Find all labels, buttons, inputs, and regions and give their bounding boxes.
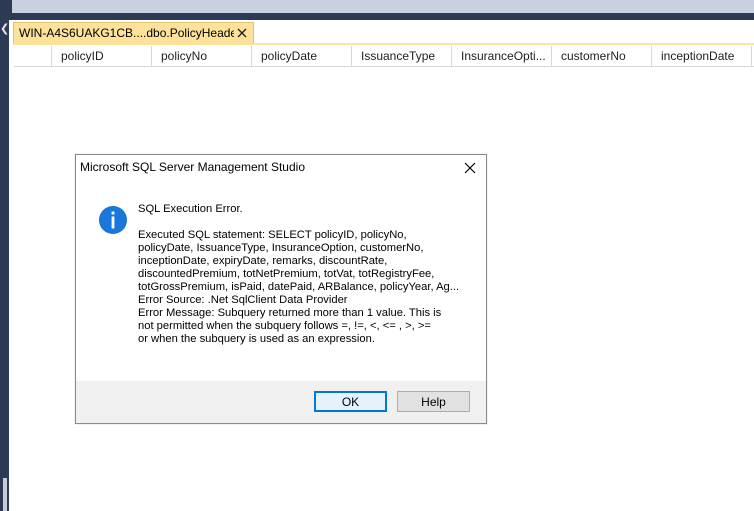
column-header[interactable]: InsuranceOpti... [452, 46, 552, 66]
dialog-close-icon[interactable] [460, 158, 480, 178]
ok-button[interactable]: OK [314, 391, 387, 412]
column-header[interactable]: policyNo [152, 46, 252, 66]
dialog-title: Microsoft SQL Server Management Studio [80, 160, 305, 174]
error-message: SQL Execution Error. Executed SQL statem… [138, 203, 478, 346]
title-bar [0, 0, 754, 20]
row-selector-header[interactable] [14, 46, 52, 66]
document-tab[interactable]: WIN-A4S6UAKG1CB....dbo.PolicyHeader [13, 22, 254, 43]
close-icon[interactable] [234, 25, 250, 41]
collapse-chevron-icon[interactable]: ❮ [0, 20, 9, 38]
column-header[interactable]: policyID [52, 46, 152, 66]
error-line: totGrossPremium, isPaid, datePaid, ARBal… [138, 281, 460, 293]
dialog-button-bar: OK Help [76, 381, 486, 423]
error-line: discountedPremium, totNetPremium, totVat… [138, 268, 435, 280]
error-line: or when the subquery is used as an expre… [138, 333, 375, 345]
error-dialog: Microsoft SQL Server Management Studio S… [75, 154, 487, 424]
error-heading: SQL Execution Error. [138, 203, 243, 215]
left-scrollbar[interactable] [3, 478, 7, 511]
column-header[interactable]: customerNo [552, 46, 652, 66]
tab-underline [13, 43, 754, 45]
tab-title: WIN-A4S6UAKG1CB....dbo.PolicyHeader [19, 26, 234, 40]
error-line: not permitted when the subquery follows … [138, 320, 431, 332]
left-panel-strip: ❮ [0, 0, 9, 511]
error-line: Error Message: Subquery returned more th… [138, 307, 442, 319]
title-bar-strip [12, 0, 754, 13]
column-header[interactable]: inceptionDate [652, 46, 752, 66]
error-line: Error Source: .Net SqlClient Data Provid… [138, 294, 348, 306]
info-icon [98, 205, 128, 235]
column-header[interactable]: IssuanceType [352, 46, 452, 66]
error-line: Executed SQL statement: SELECT policyID,… [138, 229, 407, 241]
error-line: inceptionDate, expiryDate, remarks, disc… [138, 255, 388, 267]
error-line: policyDate, IssuanceType, InsuranceOptio… [138, 242, 424, 254]
help-button[interactable]: Help [397, 391, 470, 412]
grid-header: policyID policyNo policyDate IssuanceTyp… [14, 46, 754, 67]
column-header[interactable]: policyDate [252, 46, 352, 66]
